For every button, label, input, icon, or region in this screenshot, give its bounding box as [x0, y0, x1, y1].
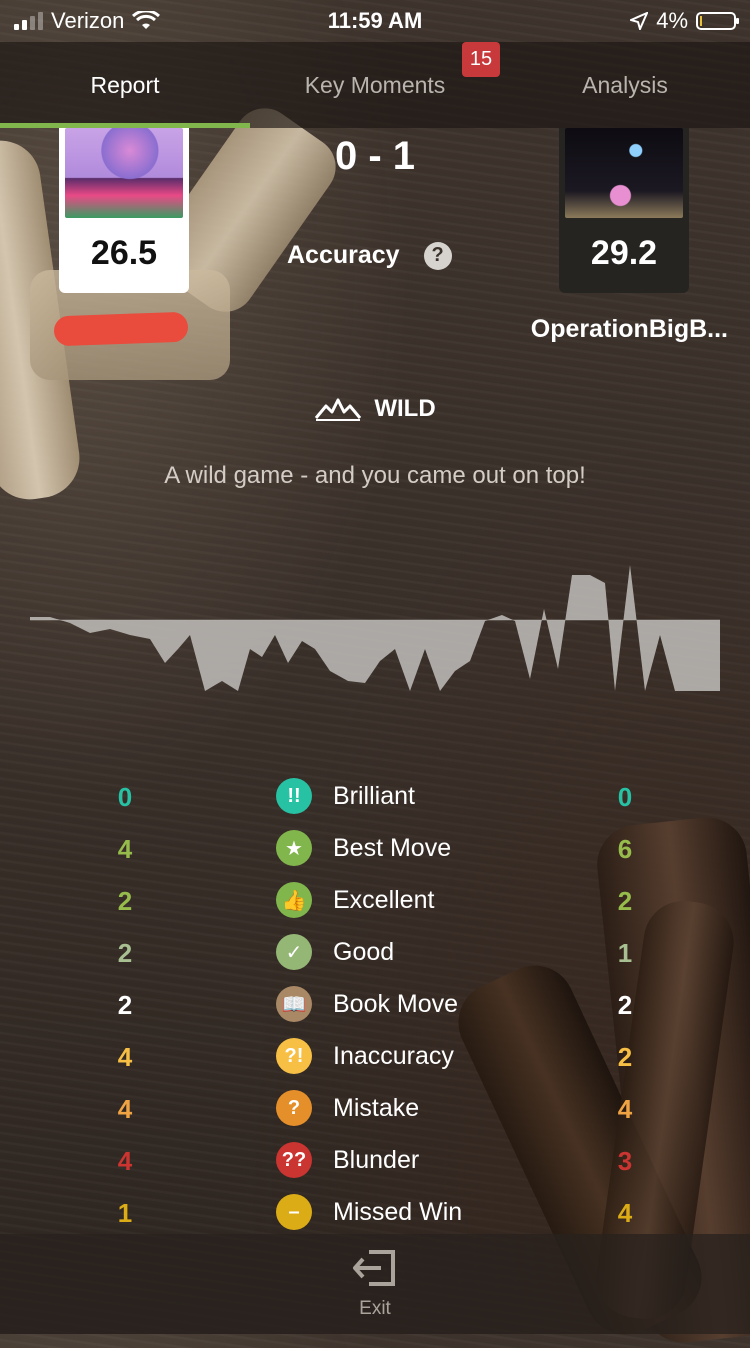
black-count: 6 [617, 834, 633, 864]
stat-row-blunder[interactable]: 4?? Blunder 3 [0, 1134, 750, 1186]
wild-graph-icon [315, 398, 362, 421]
help-icon[interactable]: ? [423, 241, 452, 270]
white-count: 1 [117, 1198, 133, 1228]
stat-label: Excellent [333, 886, 435, 914]
white-count: 0 [117, 782, 133, 812]
battery-percent: 4% [656, 8, 688, 33]
stat-row-inaccuracy[interactable]: 4?! Inaccuracy 2 [0, 1030, 750, 1082]
stat-label: Missed Win [333, 1198, 463, 1226]
missed-win-icon: – [276, 1194, 312, 1230]
black-count: 4 [617, 1094, 633, 1124]
tab-bar: Report Key Moments 15 Analysis [0, 42, 750, 128]
accuracy-label: Accuracy [287, 241, 400, 269]
white-count: 2 [117, 990, 133, 1020]
book-icon: 📖 [276, 986, 312, 1022]
tab-key-moments[interactable]: Key Moments 15 [250, 42, 500, 128]
stat-row-book-move[interactable]: 2 📖 Book Move 2 [0, 978, 750, 1030]
star-icon: ★ [276, 830, 312, 866]
white-count: 2 [117, 886, 133, 916]
game-result: 0 - 1 [334, 134, 416, 178]
white-count: 4 [117, 1094, 133, 1124]
white-count: 4 [117, 1146, 133, 1176]
stat-label: Best Move [333, 834, 452, 862]
stat-row-good[interactable]: 2 ✓ Good 1 [0, 926, 750, 978]
white-count: 4 [117, 1042, 133, 1072]
inaccuracy-icon: ?! [276, 1038, 312, 1074]
accuracy-heading: Accuracy ? [287, 241, 452, 270]
bottom-bar: Exit [0, 1234, 750, 1334]
exit-icon [353, 1250, 395, 1286]
stat-label: Inaccuracy [333, 1042, 454, 1070]
checkmark-icon: ✓ [276, 934, 312, 970]
exit-button[interactable]: Exit [350, 1248, 400, 1334]
black-count: 4 [617, 1198, 633, 1228]
opponent-username[interactable]: OperationBigB... [531, 315, 728, 344]
white-accuracy-score: 26.5 [90, 234, 158, 272]
location-arrow-icon [630, 12, 649, 30]
redacted-username [53, 311, 189, 347]
game-type-label: WILD [374, 395, 436, 422]
evaluation-curve [30, 565, 720, 691]
brilliant-icon: !! [276, 778, 312, 814]
game-summary: A wild game - and you came out on top! [164, 462, 586, 489]
white-count: 4 [117, 834, 133, 864]
key-moments-count-badge: 15 [462, 42, 500, 77]
evaluation-graph[interactable] [30, 545, 720, 715]
stat-label: Blunder [333, 1146, 420, 1174]
stat-label: Book Move [333, 990, 459, 1018]
tab-label: Key Moments [304, 71, 446, 98]
tab-analysis[interactable]: Analysis [500, 42, 750, 128]
stat-row-excellent[interactable]: 2 👍 Excellent 2 [0, 874, 750, 926]
black-count: 3 [617, 1146, 633, 1176]
game-type: WILD [0, 395, 750, 423]
black-count: 2 [617, 886, 633, 916]
thumbs-up-icon: 👍 [276, 882, 312, 918]
stat-row-missed-win[interactable]: 1 – Missed Win 4 [0, 1186, 750, 1238]
mistake-icon: ? [276, 1090, 312, 1126]
blunder-icon: ?? [276, 1142, 312, 1178]
stat-row-best-move[interactable]: 4 ★ Best Move 6 [0, 822, 750, 874]
battery-icon [696, 12, 739, 30]
black-accuracy-score: 29.2 [590, 234, 658, 272]
tab-label: Analysis [582, 71, 668, 98]
black-count: 2 [617, 1042, 633, 1072]
stat-row-mistake[interactable]: 4? Mistake 4 [0, 1082, 750, 1134]
stat-label: Good [333, 938, 395, 966]
exit-label: Exit [359, 1298, 391, 1319]
battery-level [700, 16, 702, 26]
black-count: 1 [617, 938, 633, 968]
black-count: 2 [617, 990, 633, 1020]
stat-label: Brilliant [333, 782, 415, 810]
tab-label: Report [90, 71, 160, 98]
stat-label: Mistake [333, 1094, 420, 1122]
status-bar: Verizon 11:59 AM 4% [0, 0, 750, 42]
stat-row-brilliant[interactable]: 0!! Brilliant 0 [0, 770, 750, 822]
white-count: 2 [117, 938, 133, 968]
black-count: 0 [617, 782, 633, 812]
tab-report[interactable]: Report [0, 42, 250, 128]
